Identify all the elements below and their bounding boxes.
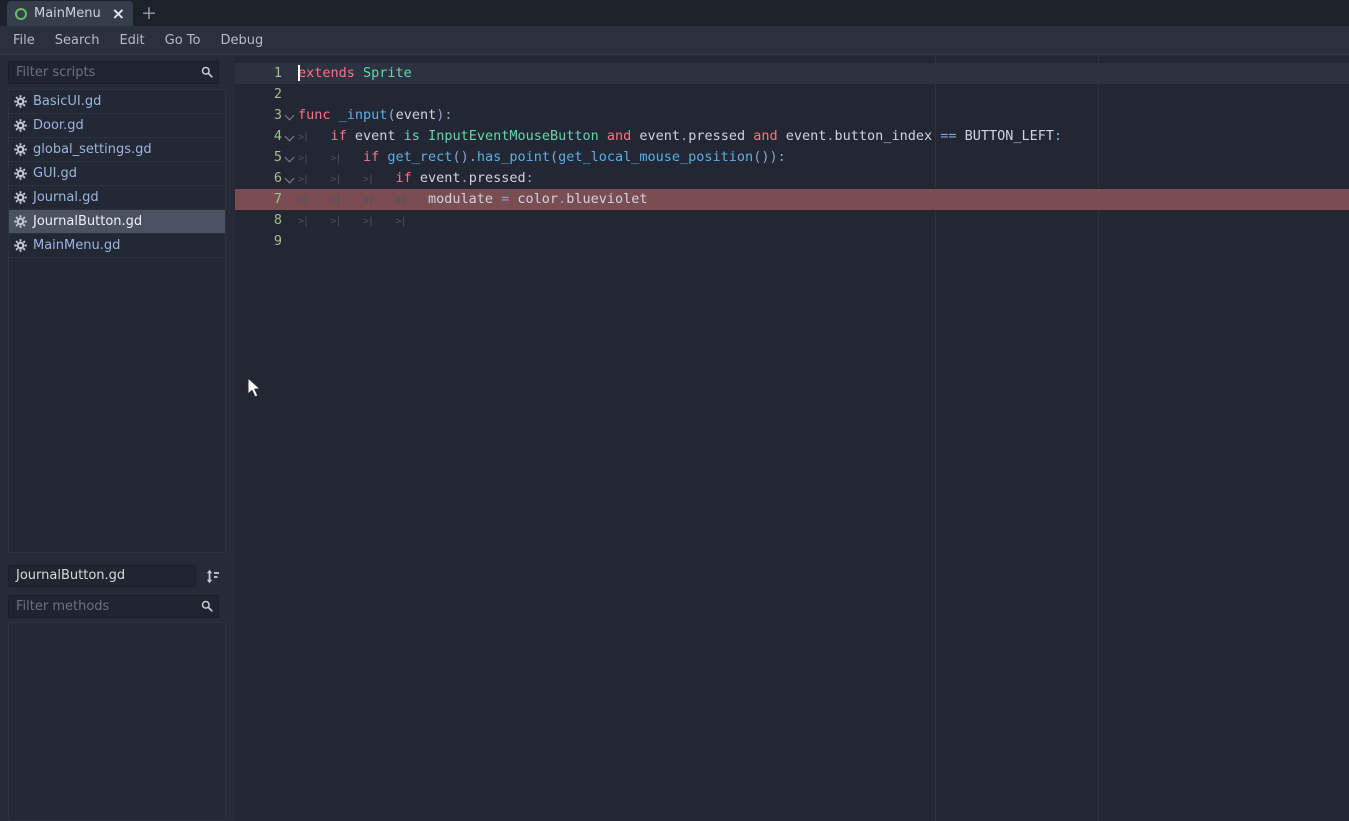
menu-search[interactable]: Search: [45, 33, 110, 48]
line-number: 8: [235, 210, 282, 231]
tab-indent-marker-icon: >|: [363, 169, 396, 190]
script-item-basicui[interactable]: BasicUI.gd: [9, 90, 225, 114]
gear-icon: [14, 119, 27, 132]
code-line-2[interactable]: 2: [235, 84, 1349, 105]
tab-indent-marker-icon: >|: [298, 190, 331, 211]
line-text: func _input(event):: [298, 105, 1349, 126]
fold-chevron-icon[interactable]: [285, 132, 295, 142]
script-item-global_settings[interactable]: global_settings.gd: [9, 138, 225, 162]
code-line-1[interactable]: 1 extends Sprite: [235, 63, 1349, 84]
script-item-door[interactable]: Door.gd: [9, 114, 225, 138]
menu-debug[interactable]: Debug: [210, 33, 273, 48]
search-icon: [201, 600, 213, 612]
script-item-journal[interactable]: Journal.gd: [9, 186, 225, 210]
scene-icon: [15, 8, 27, 20]
tab-indent-marker-icon: >|: [396, 190, 429, 211]
gear-icon: [14, 239, 27, 252]
filter-scripts-input[interactable]: [8, 61, 219, 84]
line-number: 6: [235, 168, 282, 189]
text-caret: [298, 65, 300, 81]
code-line-4[interactable]: 4 >|if event is InputEventMouseButton and…: [235, 126, 1349, 147]
code-line-8[interactable]: 8>|>|>|>|: [235, 210, 1349, 231]
script-item-journalbutton[interactable]: JournalButton.gd: [9, 210, 225, 234]
line-number: 3: [235, 105, 282, 126]
script-panel-sidebar: BasicUI.gd Door.gd global_settings.gd GUI.g…: [0, 56, 227, 821]
tab-indent-marker-icon: >|: [331, 190, 364, 211]
tab-indent-marker-icon: >|: [298, 211, 331, 232]
fold-chevron-icon[interactable]: [285, 111, 295, 121]
code-line-7[interactable]: 7 >|>|>|>|modulate = color.blueviolet: [235, 189, 1349, 210]
scene-tab-mainmenu[interactable]: MainMenu ×: [7, 1, 133, 26]
line-number: 1: [235, 63, 282, 84]
script-list: BasicUI.gd Door.gd global_settings.gd GUI.g…: [8, 89, 226, 553]
menu-go-to[interactable]: Go To: [155, 33, 211, 48]
code-line-6[interactable]: 6 >|>|>|if event.pressed:: [235, 168, 1349, 189]
gear-icon: [14, 191, 27, 204]
tab-indent-marker-icon: >|: [363, 190, 396, 211]
tab-indent-marker-icon: >|: [298, 169, 331, 190]
script-item-label: BasicUI.gd: [33, 94, 101, 109]
script-item-label: JournalButton.gd: [33, 214, 142, 229]
godot-script-editor-window: MainMenu × + FileSearchEditGo ToDebug Ba…: [0, 0, 1349, 821]
line-text: [298, 231, 1349, 252]
script-item-gui[interactable]: GUI.gd: [9, 162, 225, 186]
tab-indent-marker-icon: >|: [331, 148, 364, 169]
script-item-label: MainMenu.gd: [33, 238, 120, 253]
script-item-label: GUI.gd: [33, 166, 77, 181]
line-text: >|>|if get_rect().has_point(get_local_mo…: [298, 147, 1349, 168]
line-number: 4: [235, 126, 282, 147]
line-number: 9: [235, 231, 282, 252]
gear-icon: [14, 95, 27, 108]
gear-icon: [14, 215, 27, 228]
script-item-label: global_settings.gd: [33, 142, 152, 157]
scene-tab-label: MainMenu: [34, 6, 101, 21]
line-text: >|>|>|>|: [298, 210, 1349, 231]
tab-indent-marker-icon: >|: [396, 211, 429, 232]
code-line-3[interactable]: 3 func _input(event):: [235, 105, 1349, 126]
gear-icon: [14, 143, 27, 156]
fold-chevron-icon[interactable]: [285, 174, 295, 184]
current-script-name: JournalButton.gd: [8, 565, 196, 587]
line-text: >|>|>|>|modulate = color.blueviolet: [298, 189, 1349, 210]
line-text: >|if event is InputEventMouseButton and …: [298, 126, 1349, 147]
line-text: extends Sprite: [298, 63, 1349, 84]
menu-edit[interactable]: Edit: [109, 33, 154, 48]
code-editor[interactable]: 1 extends Sprite 23 func _input(event): 4 >|i…: [235, 56, 1349, 821]
tab-indent-marker-icon: >|: [331, 211, 364, 232]
menu-file[interactable]: File: [3, 33, 45, 48]
code-line-9[interactable]: 9: [235, 231, 1349, 252]
code-line-5[interactable]: 5 >|>|if get_rect().has_point(get_local_m…: [235, 147, 1349, 168]
line-number: 2: [235, 84, 282, 105]
line-text: >|>|>|if event.pressed:: [298, 168, 1349, 189]
tab-indent-marker-icon: >|: [363, 211, 396, 232]
line-number: 7: [235, 189, 282, 210]
line-number: 5: [235, 147, 282, 168]
code-lines: 1 extends Sprite 23 func _input(event): 4 >|i…: [235, 63, 1349, 252]
close-tab-icon[interactable]: ×: [112, 6, 125, 22]
line-text: [298, 84, 1349, 105]
filter-methods-input[interactable]: [8, 595, 219, 618]
scene-tab-bar: MainMenu × +: [0, 0, 1349, 26]
add-scene-tab-button[interactable]: +: [137, 0, 161, 26]
script-item-label: Door.gd: [33, 118, 84, 133]
tab-indent-marker-icon: >|: [331, 169, 364, 190]
sort-icon: [205, 569, 220, 584]
fold-chevron-icon[interactable]: [285, 153, 295, 163]
script-item-mainmenu[interactable]: MainMenu.gd: [9, 234, 225, 258]
search-icon: [201, 66, 213, 78]
methods-list: [8, 622, 226, 821]
tab-indent-marker-icon: >|: [298, 148, 331, 169]
sort-methods-button[interactable]: [201, 565, 223, 587]
script-editor-menubar: FileSearchEditGo ToDebug: [0, 26, 1349, 55]
script-item-label: Journal.gd: [33, 190, 99, 205]
gear-icon: [14, 167, 27, 180]
tab-indent-marker-icon: >|: [298, 127, 331, 148]
